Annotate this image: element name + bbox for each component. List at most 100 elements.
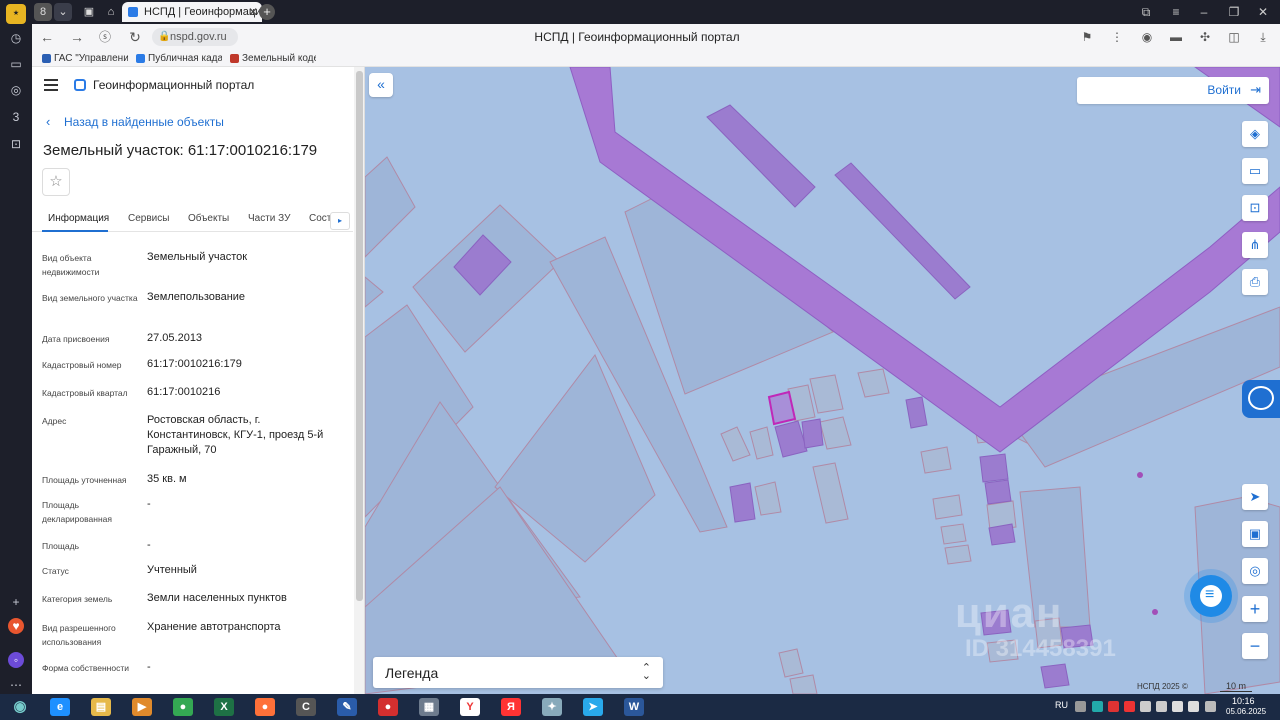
taskbar-app[interactable]: ➤ [575, 695, 611, 719]
bookmarks-icon[interactable]: ⧉ [1137, 3, 1155, 21]
yandex-profile-icon[interactable]: ★ [6, 4, 26, 24]
tray-sound-icon[interactable] [1205, 701, 1216, 712]
bookmark-flag-icon[interactable]: ⚑ [1078, 28, 1096, 46]
start-button[interactable]: ◉ [2, 695, 38, 719]
screenshot-icon[interactable]: ⊡ [6, 134, 26, 154]
taskbar-app[interactable]: e [42, 695, 78, 719]
zoom-in-button[interactable]: + [1242, 596, 1268, 622]
number-icon[interactable]: 3 [6, 107, 26, 127]
tab-parts[interactable]: Части ЗУ [248, 213, 290, 224]
tabs-scroll-right-icon[interactable]: ▸ [330, 212, 350, 230]
legend-dropdown[interactable]: Легенда ⌃ ⌄ [373, 657, 663, 688]
tab-information[interactable]: Информация [48, 213, 109, 224]
sidebar-panel-icon[interactable]: ◫ [1225, 28, 1243, 46]
ruler-icon[interactable]: ▭ [1242, 158, 1268, 184]
taskbar-app[interactable]: ● [247, 695, 283, 719]
collections-icon[interactable]: ▭ [6, 54, 26, 74]
pinned-tab-icon[interactable]: ▣ [80, 3, 98, 21]
taskbar-app[interactable]: X [206, 695, 242, 719]
tab-objects[interactable]: Объекты [188, 213, 229, 224]
tab-counter[interactable]: 8 [34, 3, 52, 21]
lock-icon: 🔒 [158, 31, 171, 42]
close-window-icon[interactable]: ✕ [1254, 3, 1272, 21]
reload-icon[interactable]: ↻ [126, 28, 144, 46]
tray-printer-icon[interactable] [1075, 701, 1086, 712]
layers-icon[interactable]: ◈ [1242, 121, 1268, 147]
more-vertical-icon[interactable]: ⋮ [1108, 28, 1126, 46]
alice-icon[interactable]: ◦ [8, 652, 24, 668]
history-icon[interactable]: ◷ [6, 28, 26, 48]
back-to-results-link[interactable]: ‹ Назад в найденные объекты [46, 114, 224, 129]
feedback-side-button[interactable] [1242, 380, 1280, 418]
extension-2-icon[interactable]: ▬ [1167, 28, 1185, 46]
app-c-icon: C [296, 698, 316, 716]
extension-1-icon[interactable]: ◉ [1138, 28, 1156, 46]
favorite-star-button[interactable]: ☆ [42, 168, 70, 196]
share-icon[interactable]: ⋔ [1242, 232, 1268, 258]
telegram-icon: ➤ [583, 698, 603, 716]
taskbar-app[interactable]: ● [165, 695, 201, 719]
minimize-icon[interactable]: – [1195, 3, 1213, 21]
taskbar-app[interactable]: Y [452, 695, 488, 719]
add-panel-icon[interactable]: + [6, 592, 26, 612]
taskbar-app[interactable]: ✎ [329, 695, 365, 719]
forward-icon[interactable]: → [68, 28, 86, 46]
bookmark-public-cadastral[interactable]: Публичная кадас [136, 52, 222, 65]
url-field[interactable]: 🔒 nspd.gov.ru [152, 28, 238, 46]
print-icon[interactable]: ⎙ [1242, 269, 1268, 295]
map-canvas[interactable]: циан ID 314458391 « Войти ⇥ ◈ ▭ ⊡ ⋔ ⎙ ➤ … [365, 67, 1280, 694]
tray-shield-icon[interactable] [1156, 701, 1167, 712]
chat-fab-button[interactable] [1190, 575, 1232, 617]
menu-icon[interactable]: ≡ [1167, 3, 1185, 21]
taskbar-app[interactable]: ● [370, 695, 406, 719]
panel-scrollbar-thumb[interactable] [356, 71, 363, 601]
tabs-dropdown-icon[interactable]: ⌄ [54, 3, 72, 21]
back-icon[interactable]: ← [38, 28, 56, 46]
taskbar-app[interactable]: W [616, 695, 652, 719]
taskbar-app[interactable]: ▤ [83, 695, 119, 719]
taskbar-app[interactable]: ▦ [411, 695, 447, 719]
geotag-icon[interactable]: ◎ [1242, 558, 1268, 584]
tab-services[interactable]: Сервисы [128, 213, 169, 224]
more-icon[interactable]: ⋯ [6, 675, 26, 695]
tray-red-icon[interactable] [1108, 701, 1119, 712]
login-button[interactable]: Войти ⇥ [1077, 77, 1269, 104]
minimap-icon[interactable]: ▣ [1242, 521, 1268, 547]
new-tab-button[interactable]: + [259, 4, 275, 20]
tray-network-icon[interactable] [1140, 701, 1151, 712]
active-tab[interactable]: НСПД | Геоинформацион ✕ [122, 2, 262, 22]
locate-icon[interactable]: ➤ [1242, 484, 1268, 510]
taskbar-app[interactable]: Я [493, 695, 529, 719]
home-icon[interactable]: ⌂ [102, 3, 120, 21]
object-title: Земельный участок: 61:17:0010216:179 [43, 142, 318, 159]
clock-time[interactable]: 10:16 [1232, 696, 1255, 706]
tray-app-icon[interactable] [1124, 701, 1135, 712]
download-icon[interactable]: ⤓ [1254, 28, 1272, 46]
tray-volume-icon[interactable] [1188, 701, 1199, 712]
hamburger-menu-icon[interactable] [44, 79, 58, 91]
tray-language[interactable]: RU [1055, 700, 1068, 710]
taskbar-app[interactable]: C [288, 695, 324, 719]
taskbar-app[interactable]: ▶ [124, 695, 160, 719]
bookmark-land-code[interactable]: Земельный кодек [230, 52, 316, 65]
close-tab-icon[interactable]: ✕ [248, 2, 258, 22]
bookmark-gas[interactable]: ГАС "Управление [42, 52, 128, 65]
cadastral-map-layer[interactable] [365, 67, 1280, 694]
ie-icon: e [50, 698, 70, 716]
taskbar-app[interactable]: ✦ [534, 695, 570, 719]
restore-icon[interactable]: ❐ [1225, 3, 1243, 21]
app-orange-icon[interactable]: ♥ [8, 618, 24, 634]
collapse-panel-button[interactable]: « [369, 73, 393, 97]
tab-bar: 8 ⌄ ▣ ⌂ НСПД | Геоинформацион ✕ + ⧉ ≡ – … [32, 0, 1280, 24]
tray-display-icon[interactable] [1172, 701, 1183, 712]
tray-k-icon[interactable] [1092, 701, 1103, 712]
protect-icon[interactable]: ⓢ [96, 28, 114, 46]
zoom-out-button[interactable]: − [1242, 633, 1268, 659]
clock-date[interactable]: 05.06.2025 [1226, 707, 1266, 716]
extensions-icon[interactable]: ✣ [1196, 28, 1214, 46]
app-blue-icon: ✎ [337, 698, 357, 716]
browser-sidebar: ★ ◷ ▭ ◎ 3 ⊡ + ♥ ◦ ⋯ [0, 0, 32, 694]
tab-composition[interactable]: Сост [309, 213, 331, 224]
media-icon[interactable]: ◎ [6, 80, 26, 100]
select-area-icon[interactable]: ⊡ [1242, 195, 1268, 221]
